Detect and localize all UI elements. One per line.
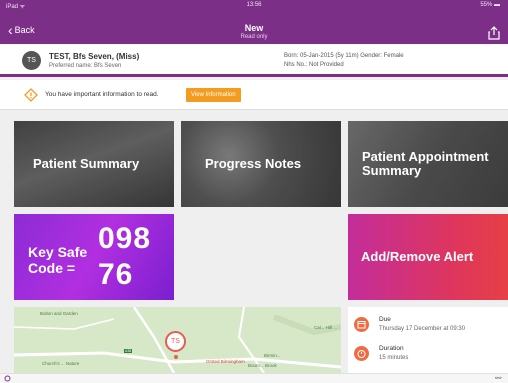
patient-preferred-name: Preferred name: Bfs Seven [49,63,122,69]
status-battery: 55% ▬ [480,2,500,8]
due-value: Thursday 17 December at 09:30 [379,326,466,332]
map-label: Cal... Hill ... [314,325,338,330]
map-label: Orsted Birmingham [206,359,245,364]
patient-summary-tile[interactable]: Patient Summary [14,121,174,207]
duration-title: Duration [379,345,404,352]
appointment-due-row: Due Thursday 17 December at 09:30 [354,312,504,338]
map-label: Bolton and Garden [40,311,78,316]
alert-strip: You have important information to read. … [0,80,508,110]
timer-icon [354,346,369,361]
avatar: TS [22,51,41,70]
bottom-bar: 👓 [0,373,508,383]
app-screen: iPad ᯤ 13:56 55% ▬ ‹ Back New Read only … [0,0,508,383]
top-bar: iPad ᯤ 13:56 55% ▬ ‹ Back New Read only [0,0,508,44]
progress-notes-label: Progress Notes [205,156,302,171]
progress-notes-tile[interactable]: Progress Notes [181,121,341,207]
alert-message: You have important information to read. [45,91,159,98]
map-label: Bourn... Brook [248,363,277,368]
view-information-button[interactable]: View Information [186,88,241,102]
warning-icon [24,88,38,102]
map-view[interactable]: Bolton and Garden Church's ... Nature Ca… [14,307,341,373]
page-title: New [244,23,264,33]
add-remove-alert-label: Add/Remove Alert [361,249,474,264]
patient-name: TEST, Bfs Seven, (Miss) [49,52,140,61]
appointment-panel: Due Thursday 17 December at 09:30 Durati… [348,307,508,373]
map-label: Church's ... Nature [42,361,80,366]
page-subtitle: Read only [240,34,268,40]
search-icon[interactable] [4,375,12,383]
duration-value: 15 minutes [379,355,409,361]
key-safe-code-line-1: 098 [98,222,152,255]
share-icon[interactable] [488,26,500,40]
map-label: Birmin... [264,353,281,358]
calendar-icon [354,317,369,332]
patient-appointment-summary-tile[interactable]: Patient Appointment Summary [348,121,508,207]
map-pin[interactable]: TS [165,331,186,352]
key-safe-tile[interactable]: Key Safe Code = 098 76 [14,214,174,300]
glasses-icon[interactable]: 👓 [495,375,502,382]
patient-header: TS TEST, Bfs Seven, (Miss) Preferred nam… [0,44,508,77]
add-remove-alert-tile[interactable]: Add/Remove Alert [348,214,508,300]
patient-appointment-summary-label: Patient Appointment Summary [362,149,489,178]
key-safe-label: Key Safe Code = [28,244,88,276]
appointment-duration-row: Duration 15 minutes [354,341,504,367]
key-safe-code-line-2: 76 [98,258,134,291]
patient-nhs-number: Nhs No.: Not Provided [284,62,344,68]
map-label: A38 [125,349,132,353]
patient-summary-label: Patient Summary [33,156,140,171]
due-title: Due [379,316,391,323]
map-pin-dot [174,355,178,359]
patient-born-gender: Born: 05-Jan-2015 (5y 11m) Gender: Femal… [284,53,404,59]
status-time: 13:56 [246,2,262,8]
